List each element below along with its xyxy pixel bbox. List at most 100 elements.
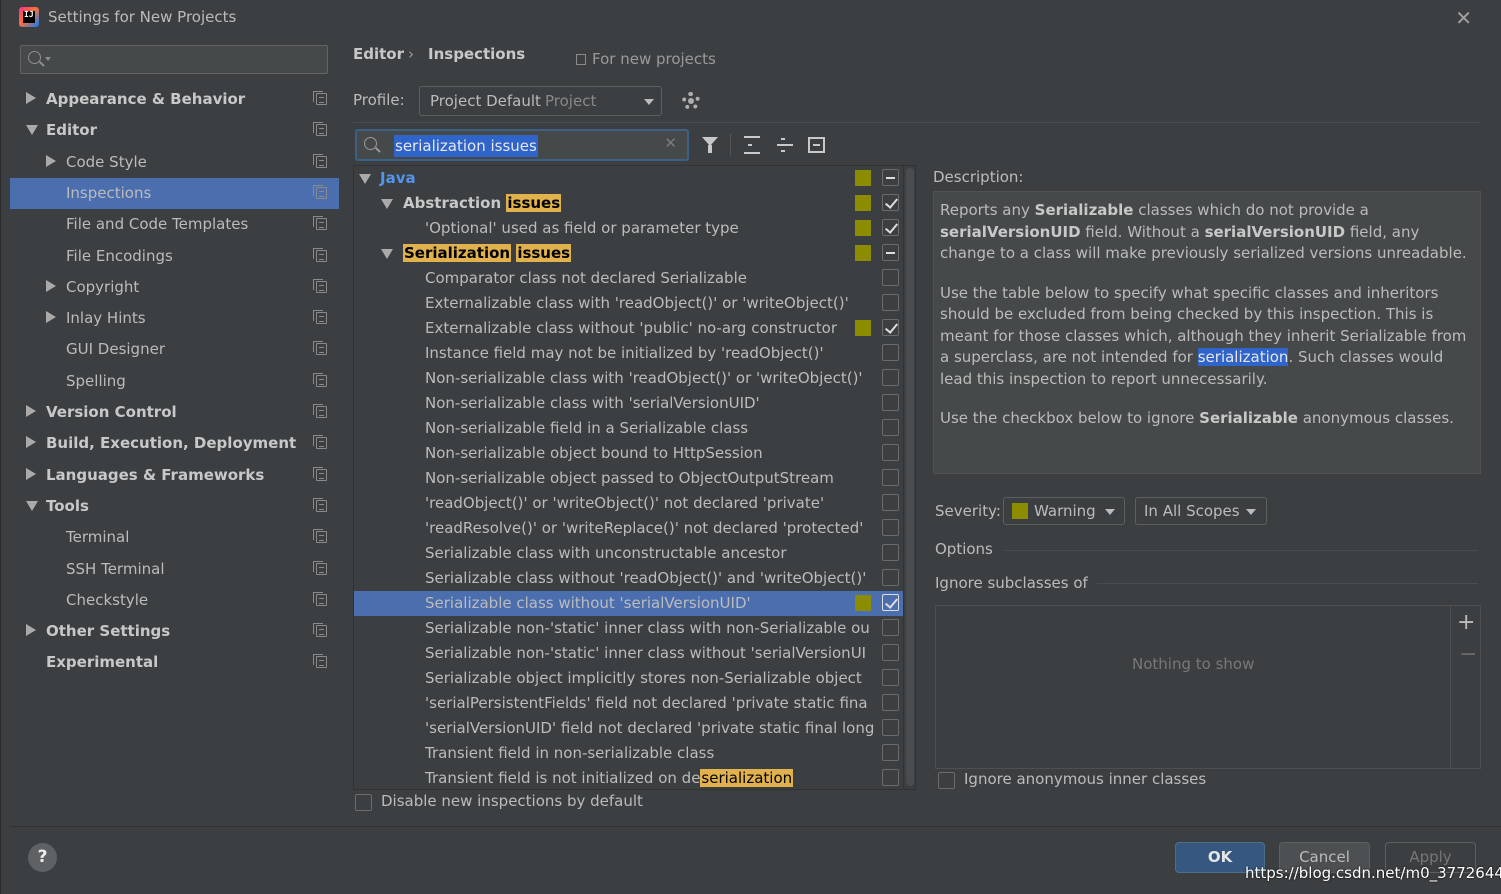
enable-checkbox[interactable] <box>882 269 899 286</box>
filter-icon[interactable] <box>701 135 721 155</box>
inspection-row[interactable]: Non-serializable class with 'readObject(… <box>354 366 903 391</box>
inspections-tree[interactable]: Java Abstraction issues 'Optional' used as… <box>353 165 916 790</box>
enable-checkbox[interactable] <box>882 719 899 736</box>
inspection-row[interactable]: Non-serializable object passed to Object… <box>354 466 903 491</box>
enable-checkbox[interactable] <box>882 569 899 586</box>
profile-dropdown[interactable]: Project Default Project <box>419 86 662 116</box>
sidebar-item[interactable]: File and Code Templates <box>10 209 339 240</box>
enable-checkbox[interactable] <box>882 594 899 611</box>
close-icon[interactable]: ✕ <box>1455 6 1472 30</box>
sidebar-item[interactable]: GUI Designer <box>10 334 339 365</box>
sidebar-item[interactable]: Languages & Frameworks <box>10 460 339 491</box>
chevron-right-icon[interactable] <box>46 279 56 292</box>
gear-icon[interactable] <box>682 92 700 110</box>
inspection-search-input[interactable]: serialization issues ✕ <box>355 129 689 161</box>
enable-checkbox[interactable] <box>882 419 899 436</box>
inspection-row[interactable]: Comparator class not declared Serializab… <box>354 266 903 291</box>
chevron-right-icon[interactable] <box>26 467 36 480</box>
help-icon[interactable]: ? <box>28 843 57 872</box>
reset-icon[interactable] <box>808 137 825 153</box>
chevron-right-icon[interactable] <box>26 405 36 417</box>
enable-checkbox[interactable] <box>882 494 899 511</box>
inspection-row[interactable]: Serializable class without 'serialVersio… <box>354 591 903 616</box>
sidebar-item[interactable]: Inspections <box>10 177 339 209</box>
enable-checkbox[interactable] <box>882 444 899 461</box>
inspection-row[interactable]: Non-serializable object bound to HttpSes… <box>354 441 903 466</box>
inspection-row[interactable]: Serializable class without 'readObject()… <box>354 566 903 591</box>
sidebar-item[interactable]: Editor <box>10 115 339 146</box>
enable-checkbox[interactable] <box>882 194 899 211</box>
scrollbar-thumb[interactable] <box>906 168 914 786</box>
inspection-row[interactable]: Externalizable class with 'readObject()'… <box>354 291 903 316</box>
inspection-group-row[interactable]: Java <box>354 166 903 191</box>
sidebar-item[interactable]: Terminal <box>10 522 339 553</box>
sidebar-item[interactable]: Experimental <box>10 647 339 678</box>
enable-checkbox[interactable] <box>882 219 899 236</box>
checkbox[interactable] <box>938 772 955 789</box>
inspection-row[interactable]: Instance field may not be initialized by… <box>354 341 903 366</box>
sidebar-item[interactable]: Build, Execution, Deployment <box>10 428 339 459</box>
tree-scrollbar[interactable] <box>903 166 915 789</box>
enable-checkbox[interactable] <box>882 519 899 536</box>
remove-icon[interactable]: − <box>1459 642 1477 667</box>
inspection-row[interactable]: Non-serializable field in a Serializable… <box>354 416 903 441</box>
ignore-subclasses-table[interactable]: Nothing to show + − <box>935 605 1481 769</box>
enable-checkbox[interactable] <box>882 294 899 311</box>
chevron-right-icon[interactable] <box>46 311 56 324</box>
chevron-right-icon[interactable] <box>26 436 36 449</box>
enable-checkbox[interactable] <box>882 619 899 636</box>
enable-checkbox[interactable] <box>882 644 899 661</box>
inspection-row[interactable]: Transient field is not initialized on de… <box>354 766 903 789</box>
enable-checkbox[interactable] <box>882 669 899 686</box>
enable-checkbox[interactable] <box>882 369 899 386</box>
expand-all-icon[interactable] <box>742 135 762 155</box>
sidebar-item[interactable]: Spelling <box>10 366 339 397</box>
inspection-row[interactable]: Serializable non-'static' inner class wi… <box>354 641 903 666</box>
chevron-right-icon[interactable] <box>26 624 36 637</box>
inspection-row[interactable]: Transient field in non-serializable clas… <box>354 741 903 766</box>
sidebar-item[interactable]: SSH Terminal <box>10 554 339 585</box>
enable-checkbox[interactable] <box>882 319 899 336</box>
chevron-down-icon[interactable] <box>26 125 38 136</box>
enable-checkbox[interactable] <box>882 394 899 411</box>
enable-checkbox[interactable] <box>882 344 899 361</box>
enable-checkbox[interactable] <box>882 544 899 561</box>
enable-checkbox[interactable] <box>882 694 899 711</box>
inspection-group-row[interactable]: Abstraction issues <box>354 191 903 216</box>
clear-search-icon[interactable]: ✕ <box>664 134 677 152</box>
sidebar-item[interactable]: Checkstyle <box>10 585 339 616</box>
enable-checkbox[interactable] <box>882 169 899 186</box>
chevron-right-icon[interactable] <box>26 92 36 104</box>
inspection-row[interactable]: Non-serializable class with 'serialVersi… <box>354 391 903 416</box>
sidebar-item[interactable]: Copyright <box>10 272 339 303</box>
chevron-down-icon[interactable] <box>359 174 371 184</box>
checkbox[interactable] <box>355 794 372 811</box>
inspection-row[interactable]: 'Optional' used as field or parameter ty… <box>354 216 903 241</box>
sidebar-item[interactable]: Inlay Hints <box>10 303 339 334</box>
inspection-row[interactable]: 'serialVersionUID' field not declared 'p… <box>354 716 903 741</box>
inspection-row[interactable]: Serializable class with unconstructable … <box>354 541 903 566</box>
chevron-down-icon[interactable] <box>26 500 38 511</box>
sidebar-item[interactable]: Other Settings <box>10 616 339 647</box>
sidebar-item[interactable]: Code Style <box>10 147 339 178</box>
sidebar-item[interactable]: Tools <box>10 491 339 522</box>
add-icon[interactable]: + <box>1457 610 1475 635</box>
inspection-row[interactable]: Externalizable class without 'public' no… <box>354 316 903 341</box>
enable-checkbox[interactable] <box>882 244 899 261</box>
collapse-all-icon[interactable] <box>775 135 795 155</box>
inspection-row[interactable]: Serializable object implicitly stores no… <box>354 666 903 691</box>
sidebar-item[interactable]: Version Control <box>10 397 339 428</box>
inspection-row[interactable]: 'readResolve()' or 'writeReplace()' not … <box>354 516 903 541</box>
chevron-down-icon[interactable] <box>381 249 393 259</box>
sidebar-item[interactable]: Appearance & Behavior <box>10 84 339 115</box>
inspection-row[interactable]: 'readObject()' or 'writeObject()' not de… <box>354 491 903 516</box>
inspection-row[interactable]: Serializable non-'static' inner class wi… <box>354 616 903 641</box>
severity-dropdown[interactable]: Warning <box>1003 497 1125 525</box>
sidebar-item[interactable]: File Encodings <box>10 241 339 272</box>
chevron-down-icon[interactable] <box>381 199 393 209</box>
search-history-icon[interactable] <box>45 57 51 61</box>
inspection-group-row[interactable]: Serialization issues <box>354 241 903 266</box>
enable-checkbox[interactable] <box>882 469 899 486</box>
inspection-row[interactable]: 'serialPersistentFields' field not decla… <box>354 691 903 716</box>
scope-dropdown[interactable]: In All Scopes <box>1135 497 1267 525</box>
